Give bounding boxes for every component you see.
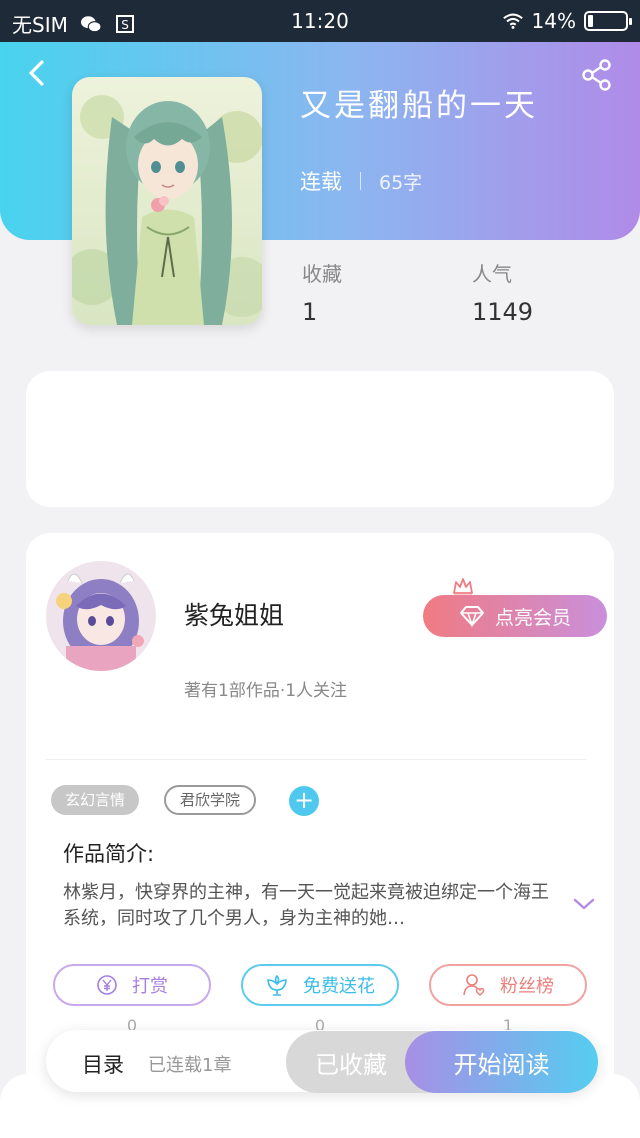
popularity-label: 人气 (472, 262, 512, 286)
tip-button-label: 打赏 (132, 976, 168, 997)
favorites-value: 1 (302, 298, 318, 326)
avatar-illustration (46, 561, 156, 671)
diamond-icon (459, 606, 484, 627)
book-status-row: 连载 65字 (300, 166, 422, 196)
avatar[interactable] (46, 561, 156, 671)
divider (46, 759, 586, 760)
share-icon (582, 59, 611, 91)
battery-percent: 14% (531, 9, 576, 33)
yen-icon (97, 975, 117, 995)
banner-card (26, 371, 614, 507)
serial-status: 连载 (300, 170, 342, 194)
plus-icon: + (293, 786, 315, 814)
word-count: 65字 (379, 171, 423, 194)
status-divider (360, 172, 361, 190)
expand-intro-button[interactable] (572, 896, 596, 912)
vip-button[interactable]: 点亮会员 (423, 595, 607, 637)
cover-illustration (72, 77, 262, 325)
crown-icon (453, 578, 473, 597)
collected-label: 已收藏 (315, 1050, 387, 1079)
catalog-button[interactable]: 目录 (82, 1049, 124, 1079)
flower-icon (267, 974, 287, 996)
tag-genre[interactable]: 玄幻言情 (51, 785, 140, 815)
back-button[interactable] (22, 58, 52, 88)
favorites-label: 收藏 (302, 262, 342, 286)
vip-button-label: 点亮会员 (494, 606, 571, 629)
book-title: 又是翻船的一天 (300, 88, 538, 124)
add-tag-button[interactable]: + (289, 786, 319, 816)
intro-text: 林紫月，快穿界的主神，有一天一觉起来竟被迫绑定一个海王系统，同时攻了几个男人，身… (63, 882, 549, 929)
fan-ranking-button[interactable]: 粉丝榜 (429, 964, 587, 1006)
start-reading-button[interactable]: 开始阅读 (405, 1031, 598, 1093)
start-reading-label: 开始阅读 (453, 1050, 550, 1079)
author-meta: 著有1部作品·1人关注 (184, 681, 348, 701)
send-flower-button[interactable]: 免费送花 (241, 964, 399, 1006)
wifi-icon (502, 13, 523, 29)
popularity-value: 1149 (472, 298, 534, 326)
chapter-count: 已连载1章 (148, 1055, 232, 1076)
send-flower-label: 免费送花 (303, 976, 375, 997)
chevron-down-icon (573, 898, 595, 910)
tag-school[interactable]: 君欣学院 (164, 785, 257, 815)
fan-ranking-label: 粉丝榜 (500, 976, 554, 997)
fan-user-icon (463, 974, 485, 996)
battery-icon (584, 11, 632, 31)
status-bar: 无SIM S 11:20 14% (0, 0, 640, 42)
share-button[interactable] (580, 58, 614, 92)
intro-label: 作品简介: (63, 842, 155, 866)
author-name[interactable]: 紫兔姐姐 (184, 596, 284, 632)
book-cover[interactable] (72, 77, 262, 325)
tip-button[interactable]: 打赏 (53, 964, 211, 1006)
chevron-left-icon (29, 60, 44, 86)
